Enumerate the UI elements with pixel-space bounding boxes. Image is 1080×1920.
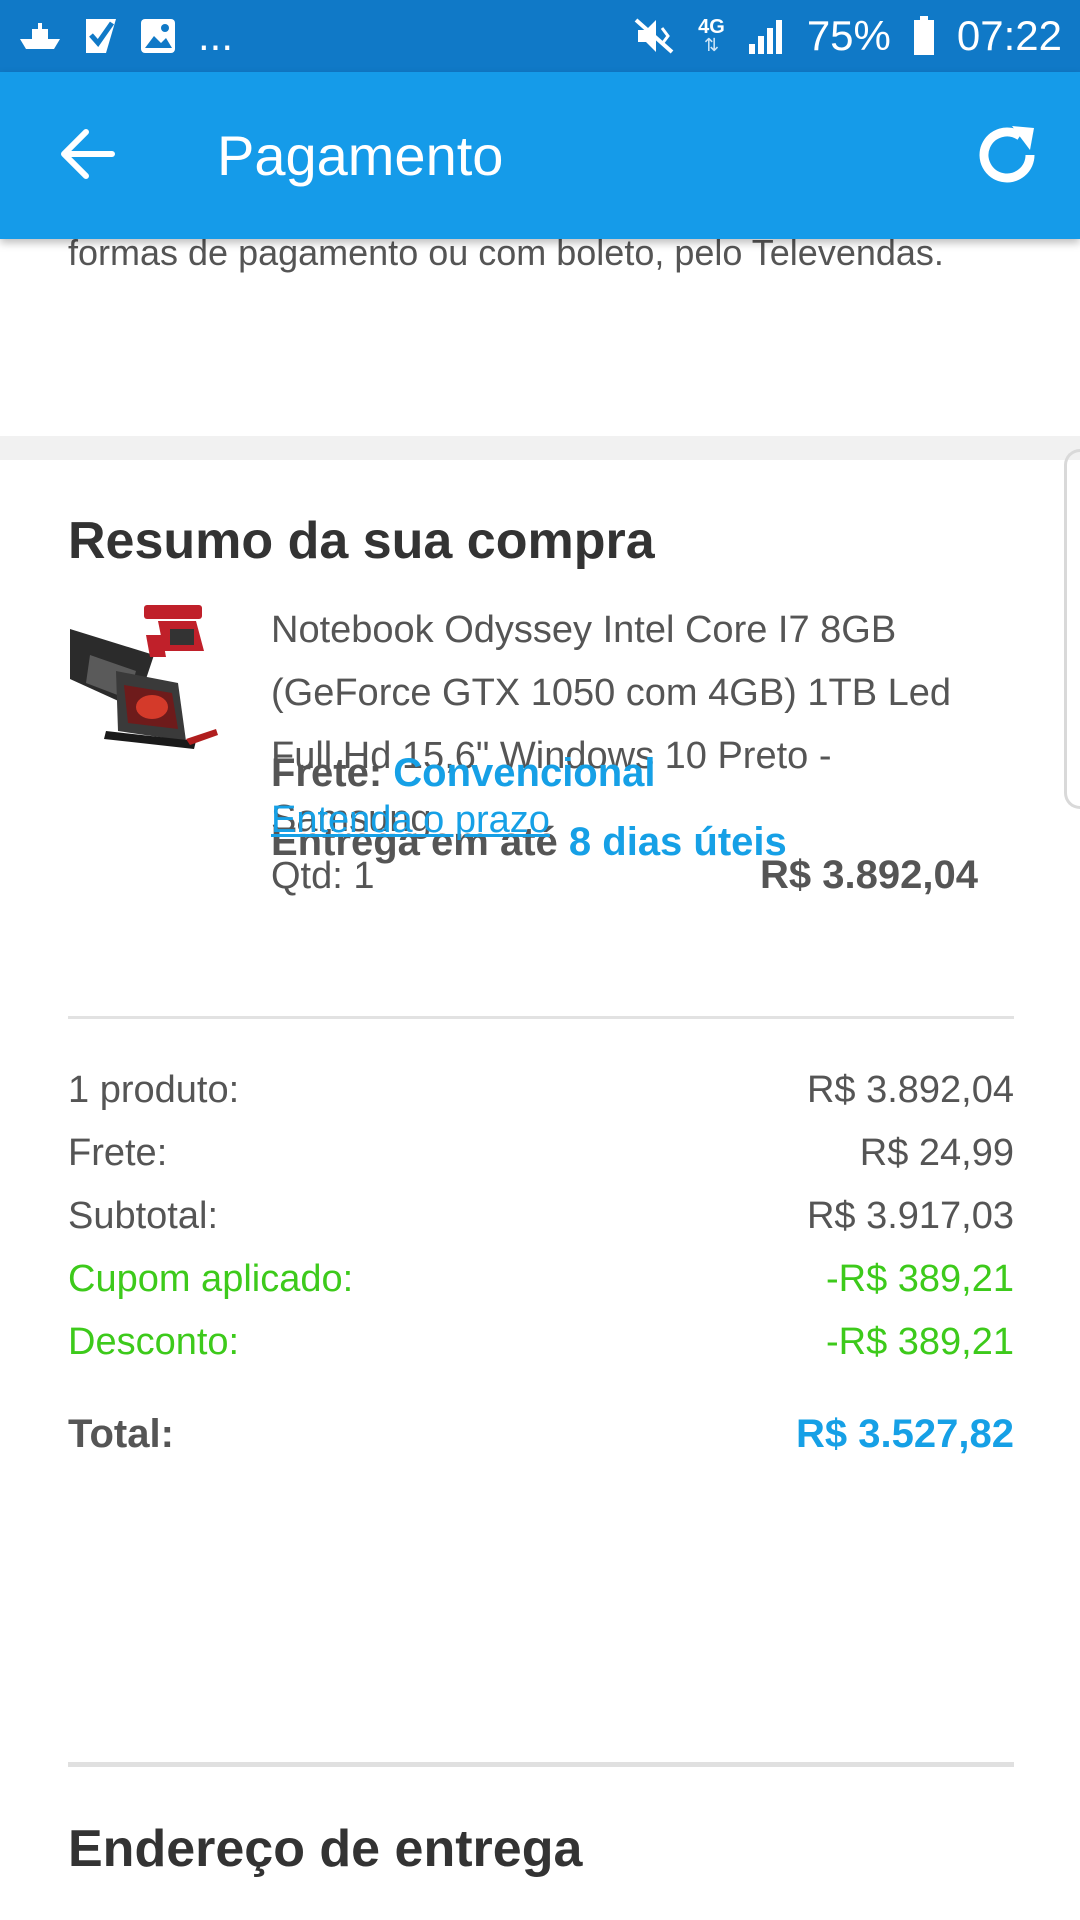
refresh-icon (972, 126, 1042, 194)
image-notification-icon (140, 18, 176, 54)
ship-notification-icon (18, 21, 62, 51)
summary-row-value: R$ 24,99 (859, 1132, 1014, 1174)
total-label: Total: (68, 1412, 174, 1456)
freight-label: Frete: (271, 751, 383, 795)
summary-row-label: 1 produto: (68, 1069, 240, 1111)
arrow-left-icon (58, 129, 118, 188)
section-separator (0, 436, 1080, 460)
summary-row-value: R$ 3.917,03 (806, 1195, 1014, 1237)
scroll-indicator (1064, 449, 1080, 809)
mute-vibrate-icon (632, 16, 676, 56)
freight-type: Convencional (393, 751, 656, 795)
network-type-label: 4G (698, 16, 725, 38)
summary-row-freight: Frete: R$ 24,99 (68, 1132, 1014, 1175)
summary-row-value: R$ 3.892,04 (806, 1069, 1014, 1111)
total-value: R$ 3.527,82 (796, 1412, 1014, 1456)
network-type-icon: 4G ⇅ (698, 16, 725, 55)
app-bar: Pagamento (0, 72, 1080, 239)
battery-percentage: 75% (806, 12, 891, 59)
summary-row-label: Frete: (68, 1132, 168, 1174)
product-image (66, 599, 220, 749)
summary-title: Resumo da sua compra (68, 512, 655, 570)
status-bar: ... 4G ⇅ 75% 07:22 (0, 0, 1080, 72)
battery-icon (913, 16, 935, 56)
product-price: R$ 3.892,04 (760, 853, 978, 897)
back-button[interactable] (58, 124, 118, 184)
summary-row-total: Total: R$ 3.527,82 (68, 1412, 1014, 1457)
more-notifications-dots: ... (198, 12, 234, 59)
summary-row-value: -R$ 389,21 (825, 1258, 1014, 1300)
data-arrows-icon: ⇅ (703, 35, 720, 55)
delivery-info-link[interactable]: Entenda o prazo (271, 799, 550, 842)
delivery-time: 8 dias úteis (568, 820, 787, 864)
summary-divider (68, 1016, 1014, 1019)
summary-row-products: 1 produto: R$ 3.892,04 (68, 1069, 1014, 1112)
signal-icon (747, 18, 785, 54)
clock: 07:22 (956, 12, 1062, 59)
refresh-button[interactable] (972, 120, 1042, 190)
address-title: Endereço de entrega (68, 1820, 583, 1878)
address-divider (68, 1762, 1014, 1767)
summary-row-value: -R$ 389,21 (825, 1321, 1014, 1363)
freight-line: Frete: Convencional (271, 751, 656, 796)
summary-row-subtotal: Subtotal: R$ 3.917,03 (68, 1195, 1014, 1238)
summary-row-label: Desconto: (68, 1321, 240, 1363)
summary-row-label: Subtotal: (68, 1195, 218, 1237)
task-check-icon (84, 17, 118, 55)
summary-row-coupon: Cupom aplicado: -R$ 389,21 (68, 1258, 1014, 1301)
summary-row-discount: Desconto: -R$ 389,21 (68, 1321, 1014, 1364)
page-title: Pagamento (217, 124, 504, 187)
product-quantity: Qtd: 1 (271, 855, 375, 897)
summary-row-label: Cupom aplicado: (68, 1258, 354, 1300)
